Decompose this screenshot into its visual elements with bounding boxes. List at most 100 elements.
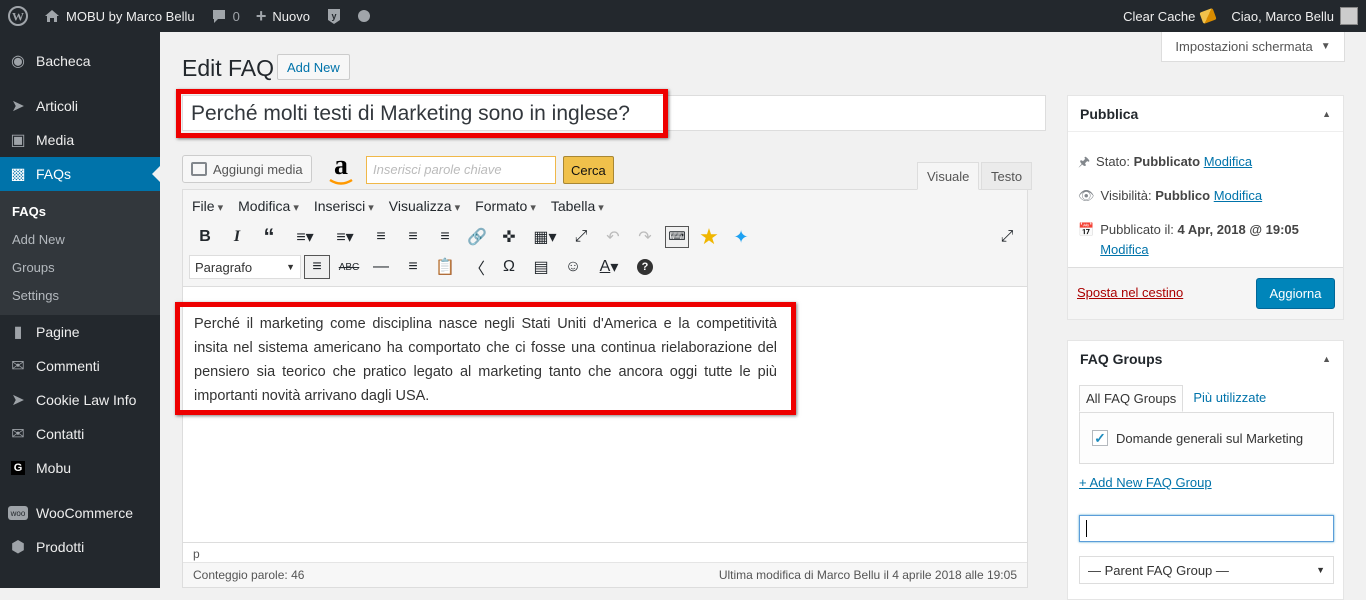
sidebar-item-faqs[interactable]: ▩ FAQs: [0, 157, 160, 191]
submenu-item-settings[interactable]: Settings: [0, 281, 160, 309]
outdent-icon[interactable]: ▤: [525, 253, 557, 281]
avatar: [1340, 7, 1358, 25]
status-dot-icon[interactable]: [350, 0, 378, 32]
clear-format-icon[interactable]: 〈: [461, 253, 493, 281]
menu-visualizza[interactable]: Visualizza: [389, 198, 460, 214]
update-button[interactable]: Aggiorna: [1256, 278, 1335, 309]
visibility-label: Visibilità:: [1100, 188, 1152, 203]
menu-file[interactable]: File: [192, 198, 223, 214]
blockquote-icon[interactable]: “: [253, 223, 285, 251]
parent-group-select[interactable]: — Parent FAQ Group — ▼: [1079, 556, 1334, 584]
sidebar-item-pagine[interactable]: ▮ Pagine: [0, 315, 160, 349]
clear-cache-label: Clear Cache: [1123, 8, 1196, 24]
visibility-row: 👁 Visibilità: Pubblico Modifica: [1068, 186, 1343, 206]
redo-icon[interactable]: ↷: [629, 223, 661, 251]
unlink-icon[interactable]: ✜: [493, 223, 525, 251]
omega-icon[interactable]: Ω: [493, 253, 525, 281]
add-media-button[interactable]: Aggiungi media: [182, 155, 312, 183]
twitter-icon[interactable]: ✦: [725, 223, 757, 251]
sidebar-item-label: WooCommerce: [36, 505, 133, 521]
plus-icon: +: [255, 5, 267, 26]
account-link[interactable]: Ciao, Marco Bellu: [1223, 0, 1366, 32]
site-name-link[interactable]: MOBU by Marco Bellu: [36, 0, 203, 32]
sidebar-item-contatti[interactable]: ✉ Contatti: [0, 417, 160, 451]
submenu-item-faqs[interactable]: FAQs: [0, 197, 160, 225]
add-new-button[interactable]: Add New: [277, 54, 350, 80]
mail-icon: ✉: [11, 426, 25, 443]
menu-formato[interactable]: Formato: [475, 198, 536, 214]
star-icon[interactable]: ★: [693, 223, 725, 251]
edit-visibility-link[interactable]: Modifica: [1214, 188, 1262, 203]
keyboard-toggle-icon[interactable]: ⌨: [661, 223, 693, 251]
group-checkbox[interactable]: ✓: [1092, 430, 1108, 446]
tab-visual[interactable]: Visuale: [917, 162, 980, 190]
publish-box-header[interactable]: Pubblica ▲: [1068, 96, 1343, 132]
tab-popular[interactable]: Più utilizzate: [1183, 385, 1276, 412]
sidebar-item-commenti[interactable]: ✉ Commenti: [0, 349, 160, 383]
admin-bar: W MOBU by Marco Bellu 0 + Nuovo y Clear …: [0, 0, 1366, 32]
tab-all-faq-groups[interactable]: All FAQ Groups: [1079, 385, 1184, 412]
new-label: Nuovo: [272, 8, 310, 24]
site-name: MOBU by Marco Bellu: [66, 8, 195, 24]
sidebar-item-media[interactable]: ▣ Media: [0, 123, 160, 157]
sidebar-item-prodotti[interactable]: ⬢ Prodotti: [0, 530, 160, 564]
tab-text[interactable]: Testo: [981, 162, 1033, 190]
align-left-icon[interactable]: ≡: [365, 223, 397, 251]
distraction-free-icon[interactable]: ⤢: [991, 223, 1023, 251]
faq-groups-header[interactable]: FAQ Groups ▲: [1068, 341, 1343, 377]
menu-modifica[interactable]: Modifica: [238, 198, 299, 214]
align-right-icon[interactable]: ≡: [429, 223, 461, 251]
edit-status-link[interactable]: Modifica: [1204, 154, 1252, 169]
justify-icon[interactable]: ≡: [301, 253, 333, 281]
bold-icon[interactable]: B: [189, 223, 221, 251]
calendar-icon: 📅: [1078, 222, 1095, 237]
menu-inserisci[interactable]: Inserisci: [314, 198, 374, 214]
amazon-icon[interactable]: a: [326, 152, 356, 187]
new-content-link[interactable]: + Nuovo: [248, 0, 318, 32]
sidebar-item-label: Cookie Law Info: [36, 392, 137, 408]
greeting: Ciao, Marco Bellu: [1231, 8, 1334, 24]
numbered-list-icon[interactable]: ≡▾: [325, 223, 365, 251]
dashboard-icon: ◉: [11, 53, 25, 70]
font-color-icon[interactable]: A ▾: [589, 253, 629, 281]
comments-link[interactable]: 0: [203, 0, 248, 32]
sidebar-item-articoli[interactable]: ➤ Articoli: [0, 89, 160, 123]
yoast-icon[interactable]: y: [318, 0, 350, 32]
link-icon[interactable]: 🔗: [461, 223, 493, 251]
wordpress-logo-icon[interactable]: W: [0, 0, 36, 32]
bullet-list-icon[interactable]: ≡▾: [285, 223, 325, 251]
screen-options-button[interactable]: Impostazioni schermata ▼: [1161, 32, 1345, 62]
format-select-value: Paragrafo: [195, 259, 253, 275]
sidebar-item-cookie-law-info[interactable]: ➤ Cookie Law Info: [0, 383, 160, 417]
new-group-input[interactable]: [1079, 515, 1334, 542]
sidebar-item-label: Pagine: [36, 324, 80, 340]
edit-date-link[interactable]: Modifica: [1100, 242, 1148, 257]
format-select[interactable]: Paragrafo ▼: [189, 255, 301, 279]
help-icon[interactable]: ?: [629, 253, 661, 281]
menu-tabella[interactable]: Tabella: [551, 198, 604, 214]
trash-link[interactable]: Sposta nel cestino: [1077, 285, 1183, 300]
align-center-icon[interactable]: ≡: [397, 223, 429, 251]
keyword-input[interactable]: Inserisci parole chiave: [366, 156, 556, 184]
strikethrough-icon[interactable]: ABC: [333, 253, 365, 281]
triangle-down-icon: ▼: [1320, 41, 1331, 52]
clear-cache-link[interactable]: Clear Cache: [1115, 0, 1223, 32]
paste-text-icon[interactable]: 📋: [429, 253, 461, 281]
undo-icon[interactable]: ↶: [597, 223, 629, 251]
sidebar-item-bacheca[interactable]: ◉ Bacheca: [0, 44, 160, 78]
search-button[interactable]: Cerca: [563, 156, 614, 184]
highlight-box: [176, 89, 668, 138]
fullscreen-arrows-icon[interactable]: ⤢: [565, 223, 597, 251]
submenu-item-add-new[interactable]: Add New: [0, 225, 160, 253]
sidebar-item-woocommerce[interactable]: woo WooCommerce: [0, 496, 160, 530]
box-icon: ⬢: [11, 539, 25, 556]
submenu-item-groups[interactable]: Groups: [0, 253, 160, 281]
text-color-menu-icon[interactable]: ≡: [397, 253, 429, 281]
horizontal-line-icon[interactable]: —: [365, 253, 397, 281]
table-icon[interactable]: ▦▾: [525, 223, 565, 251]
sidebar-item-mobu[interactable]: G Mobu: [0, 451, 160, 485]
italic-icon[interactable]: I: [221, 223, 253, 251]
add-new-faq-group-link[interactable]: + Add New FAQ Group: [1079, 475, 1212, 490]
sidebar-item-label: Bacheca: [36, 53, 91, 69]
emoticon-icon[interactable]: ☺: [557, 253, 589, 281]
